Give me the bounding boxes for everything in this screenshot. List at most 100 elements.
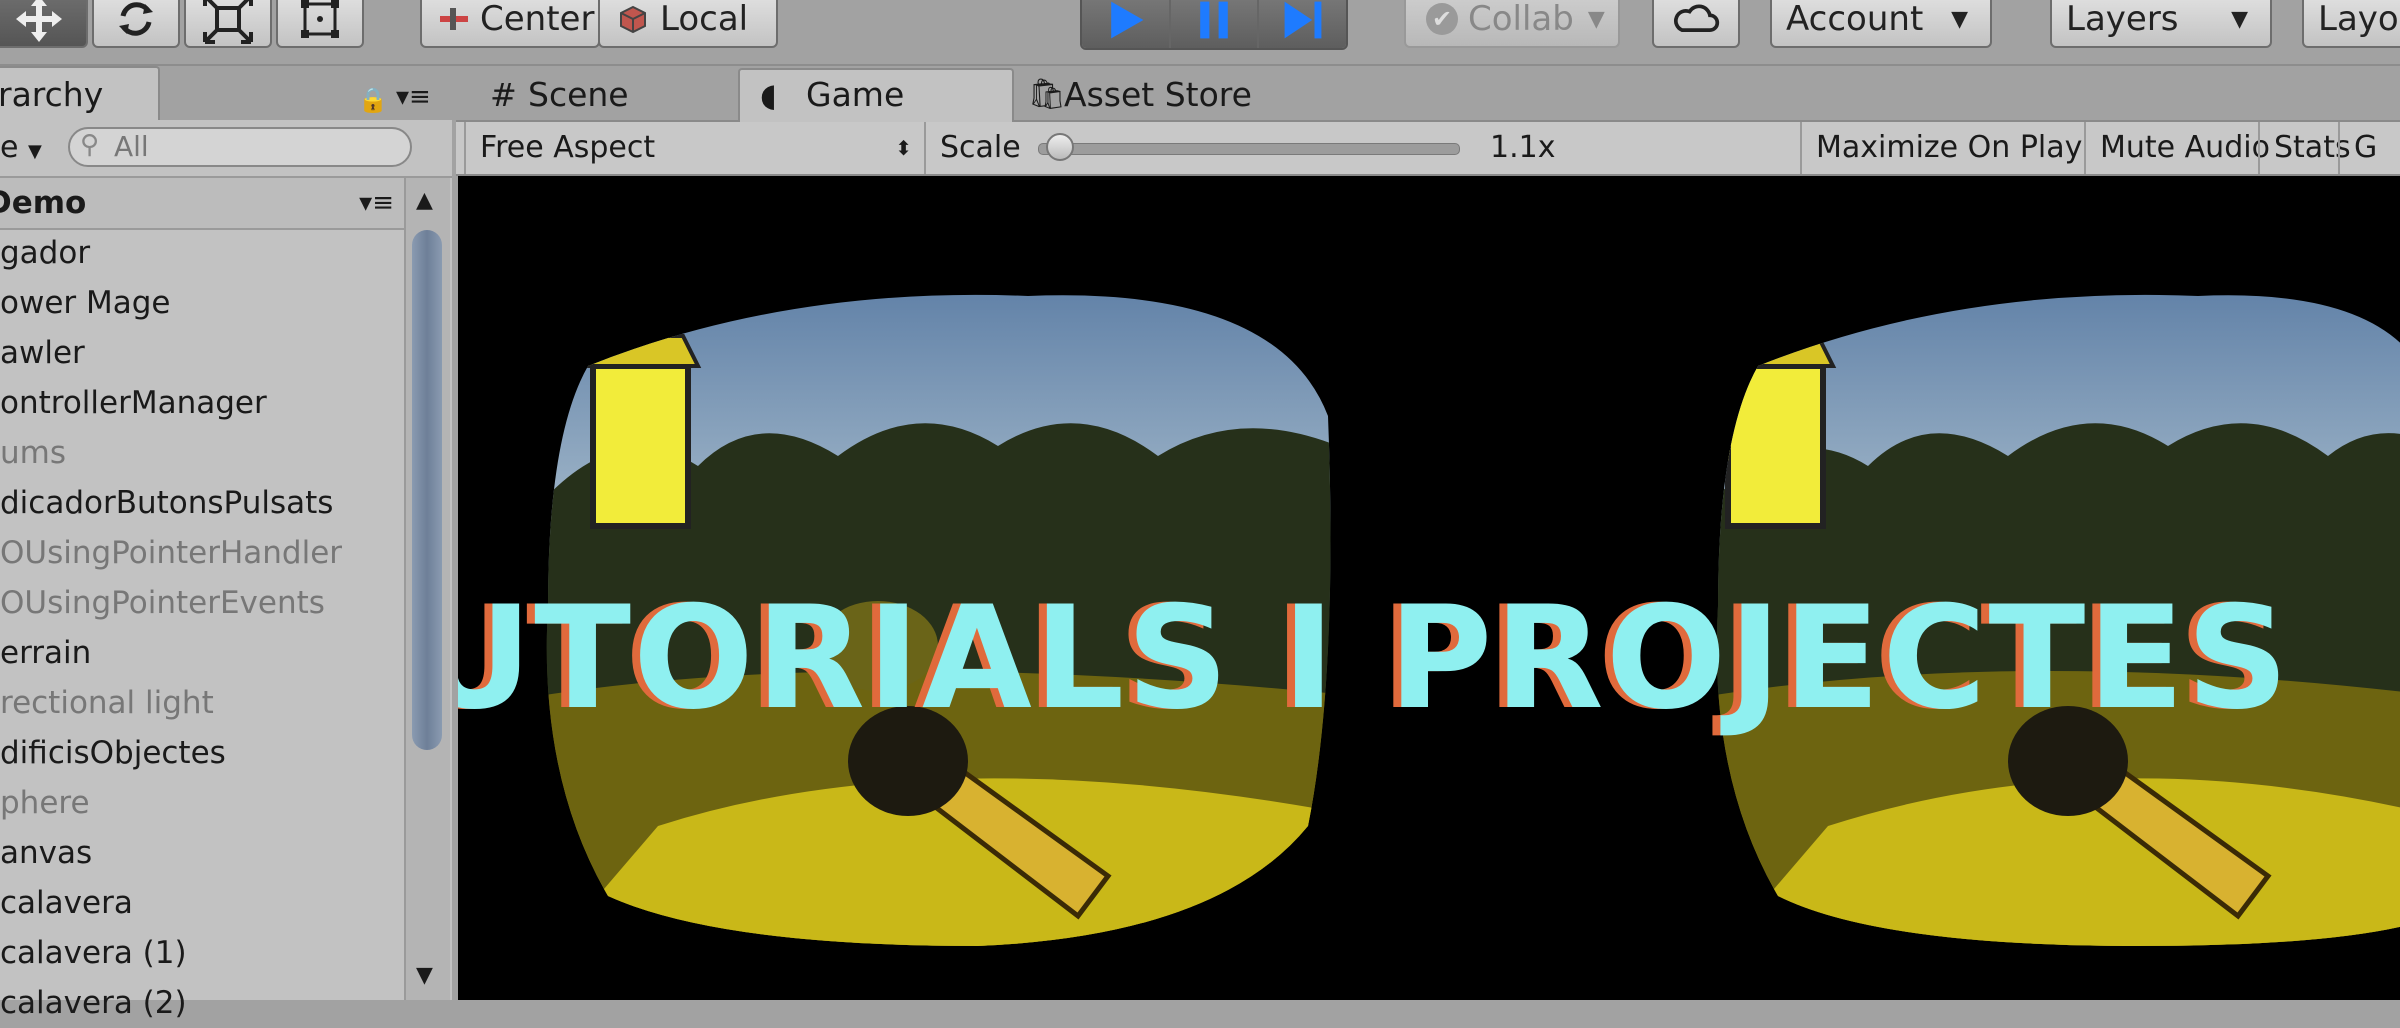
hierarchy-item-label: rectional light — [0, 685, 214, 721]
maximize-on-play-toggle[interactable]: Maximize On Play — [1800, 122, 2084, 174]
scale-slider-track[interactable] — [1038, 133, 1460, 161]
hierarchy-item[interactable]: awler — [0, 328, 404, 378]
hierarchy-search-input[interactable]: ⚲ All — [68, 127, 412, 167]
stats-toggle[interactable]: Stats — [2258, 122, 2351, 174]
search-icon: ⚲ — [80, 130, 100, 160]
search-placeholder: All — [114, 130, 149, 163]
move-tool-button[interactable] — [0, 0, 88, 48]
scale-tool-icon — [203, 0, 253, 44]
hierarchy-item[interactable]: OUsingPointerEvents — [0, 578, 404, 628]
rotate-tool-icon — [119, 2, 153, 36]
collab-dropdown[interactable]: ✔ Collab ▼ — [1404, 0, 1620, 48]
game-viewport[interactable]: TUTORIALS I PROJECTES — [458, 176, 2400, 1000]
tab-asset-store[interactable]: 🛍 Asset Store — [1016, 70, 1356, 122]
hierarchy-item[interactable]: dificisObjectes — [0, 728, 404, 778]
pause-icon — [1200, 1, 1228, 39]
hierarchy-item[interactable]: calavera (2) — [0, 978, 404, 1028]
scroll-down-icon[interactable]: ▼ — [416, 963, 433, 988]
aspect-dropdown[interactable]: Free Aspect ⬍ — [464, 122, 924, 174]
tab-game[interactable]: ◖ Game — [738, 68, 1014, 122]
hierarchy-item-label: anvas — [0, 835, 93, 871]
cube-icon — [620, 5, 646, 34]
hierarchy-item-label: errain — [0, 635, 92, 671]
hierarchy-item-label: calavera (2) — [0, 985, 187, 1021]
hierarchy-item[interactable]: OUsingPointerHandler — [0, 528, 404, 578]
hierarchy-panel: rarchy 🔒 ▾≡ e ▼ ⚲ All Demo ▾≡ gador ower … — [0, 66, 452, 1021]
tab-scene[interactable]: # Scene — [480, 70, 740, 122]
hierarchy-item-label: OUsingPointerEvents — [0, 585, 325, 621]
rotate-tool-button[interactable] — [92, 0, 180, 48]
hierarchy-item-label: calavera (1) — [0, 935, 187, 971]
tab-scene-label: Scene — [528, 75, 629, 114]
shopping-bag-icon: 🛍 — [1028, 77, 1067, 112]
hierarchy-item[interactable]: rectional light — [0, 678, 404, 728]
collab-label: Collab — [1468, 0, 1574, 39]
hierarchy-item-label: OUsingPointerHandler — [0, 535, 343, 571]
hierarchy-scrollbar[interactable]: ▲ ▼ — [404, 178, 450, 1000]
check-circle-icon: ✔ — [1426, 3, 1458, 35]
create-dropdown[interactable]: e ▼ — [0, 130, 42, 165]
hierarchy-item[interactable]: gador — [0, 228, 404, 278]
scene-header[interactable]: Demo ▾≡ — [0, 178, 404, 230]
move-tool-icon — [16, 0, 62, 42]
collab-arrow-icon: ▼ — [1587, 6, 1605, 32]
hierarchy-item-label: dificisObjectes — [0, 735, 226, 771]
hierarchy-item[interactable]: calavera (1) — [0, 928, 404, 978]
game-view-panel: # Scene ◖ Game 🛍 Asset Store Free Aspect… — [456, 66, 2400, 1000]
main-toolbar: Center Local ✔ Collab ▼ Account ▼ Layers… — [0, 0, 2400, 66]
layers-dropdown[interactable]: Layers ▼ — [2050, 0, 2272, 48]
account-dropdown[interactable]: Account ▼ — [1770, 0, 1992, 48]
hierarchy-search-row: e ▼ ⚲ All — [0, 120, 452, 178]
pivot-center-label: Center — [480, 0, 595, 39]
pivot-local-toggle[interactable]: Local — [598, 0, 778, 48]
scale-slider-knob[interactable] — [1046, 133, 1074, 161]
lock-icon[interactable]: 🔒 — [358, 86, 388, 114]
hierarchy-item[interactable]: ums — [0, 428, 404, 478]
grid-icon: # — [490, 76, 517, 114]
hierarchy-tabbar: rarchy 🔒 ▾≡ — [0, 66, 452, 122]
scene-name: Demo — [0, 185, 87, 221]
step-icon — [1284, 1, 1322, 39]
mute-audio-toggle[interactable]: Mute Audio — [2084, 122, 2270, 174]
tab-hierarchy[interactable]: rarchy — [0, 66, 160, 122]
tutorials-overlay-title: TUTORIALS I PROJECTES — [458, 576, 2291, 741]
hierarchy-item[interactable]: phere — [0, 778, 404, 828]
hierarchy-item[interactable]: dicadorButonsPulsats — [0, 478, 404, 528]
scale-label: Scale — [940, 130, 1021, 165]
rect-tool-button[interactable] — [276, 0, 364, 48]
hierarchy-item[interactable]: errain — [0, 628, 404, 678]
hierarchy-item-label: phere — [0, 785, 90, 821]
scale-value: 1.1x — [1490, 130, 1556, 165]
pivot-center-icon — [440, 8, 468, 30]
step-button[interactable] — [1259, 0, 1346, 48]
gizmos-label: G — [2354, 130, 2378, 165]
hierarchy-item-label: ower Mage — [0, 285, 171, 321]
pivot-local-label: Local — [660, 0, 749, 39]
hierarchy-item[interactable]: calavera — [0, 878, 404, 928]
rect-tool-icon — [301, 0, 339, 38]
hierarchy-item-label: ums — [0, 435, 66, 471]
aspect-label: Free Aspect — [480, 130, 656, 165]
scroll-up-icon[interactable]: ▲ — [416, 188, 433, 213]
pause-button[interactable] — [1170, 0, 1260, 48]
scale-control: Scale 1.1x — [924, 122, 1664, 174]
panel-menu-icon[interactable]: ▾≡ — [396, 82, 431, 112]
play-button[interactable] — [1082, 0, 1171, 48]
hierarchy-item[interactable]: ontrollerManager — [0, 378, 404, 428]
scrollbar-thumb[interactable] — [412, 230, 442, 750]
scale-tool-button[interactable] — [184, 0, 272, 48]
hierarchy-item[interactable]: anvas — [0, 828, 404, 878]
pivot-center-toggle[interactable]: Center — [420, 0, 600, 48]
playback-controls — [1080, 0, 1348, 50]
play-icon — [1111, 1, 1144, 39]
hierarchy-item[interactable]: ower Mage — [0, 278, 404, 328]
gizmos-dropdown[interactable]: G — [2338, 122, 2400, 174]
game-toolbar: Free Aspect ⬍ Scale 1.1x Maximize On Pla… — [456, 122, 2400, 176]
cloud-button[interactable] — [1652, 0, 1740, 48]
cloud-icon — [1674, 4, 1720, 32]
scene-menu-icon[interactable]: ▾≡ — [359, 178, 394, 228]
layout-dropdown[interactable]: Layou — [2302, 0, 2400, 48]
aspect-updown-icon: ⬍ — [895, 136, 912, 160]
maximize-label: Maximize On Play — [1816, 130, 2083, 165]
layers-arrow-icon: ▼ — [2231, 6, 2248, 32]
